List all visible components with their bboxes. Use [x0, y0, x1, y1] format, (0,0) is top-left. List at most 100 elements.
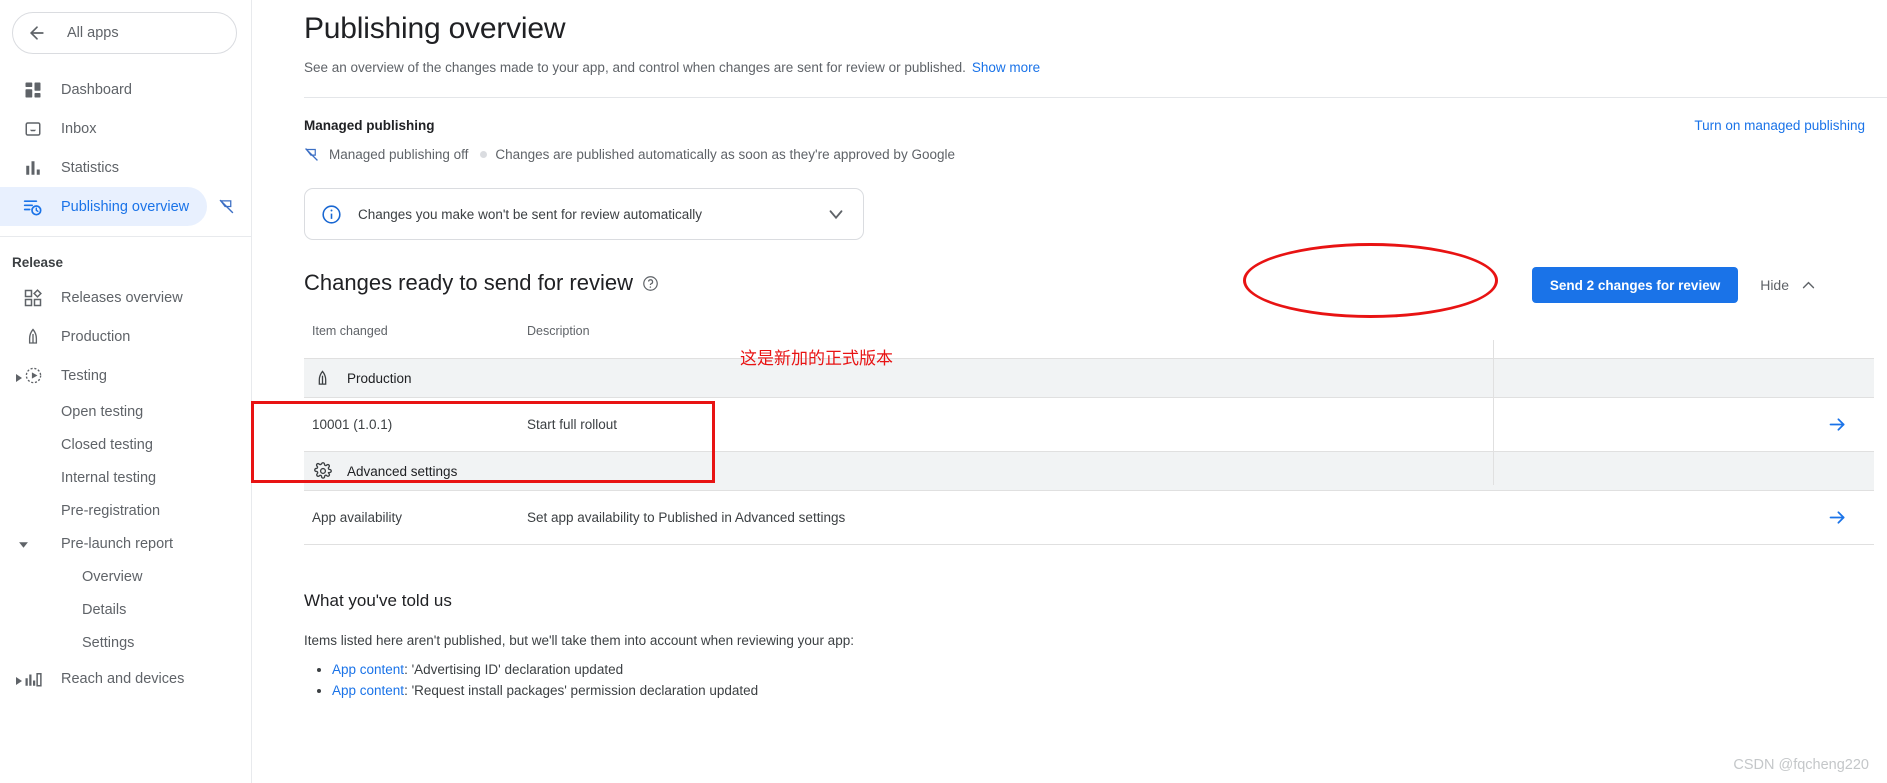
dashboard-icon [22, 79, 44, 101]
table-divider [304, 544, 1874, 545]
sidebar-item-publishing-overview[interactable]: Publishing overview [0, 187, 234, 226]
sidebar-item-label: Statistics [61, 159, 120, 176]
sidebar-item-plr-settings[interactable]: Settings [0, 626, 251, 659]
all-apps-button[interactable]: All apps [12, 12, 237, 54]
chevron-down-icon[interactable] [825, 203, 847, 225]
sidebar-item-plr-overview[interactable]: Overview [0, 560, 251, 593]
sidebar-item-label: Internal testing [61, 469, 157, 486]
sidebar-item-internal-testing[interactable]: Internal testing [0, 461, 251, 494]
show-more-link[interactable]: Show more [972, 60, 1040, 75]
chevron-right-icon[interactable] [14, 673, 26, 685]
changes-ready-title-text: Changes ready to send for review [304, 270, 633, 295]
changes-ready-section: Changes ready to send for review Send 2 … [304, 267, 1887, 545]
sidebar-item-label: Settings [82, 634, 135, 651]
table-cell-item: App availability [312, 510, 403, 525]
turn-on-managed-publishing-link[interactable]: Turn on managed publishing [1694, 118, 1865, 133]
table-column-divider [1493, 340, 1494, 485]
info-icon [321, 204, 342, 225]
sidebar-item-open-testing[interactable]: Open testing [0, 395, 251, 428]
sidebar-item-closed-testing[interactable]: Closed testing [0, 428, 251, 461]
hide-button-label: Hide [1760, 277, 1789, 293]
send-changes-for-review-button[interactable]: Send 2 changes for review [1531, 267, 1739, 303]
column-header-item-changed: Item changed [312, 324, 388, 338]
sidebar-item-label: Pre-registration [61, 502, 161, 519]
sidebar-item-label: Publishing overview [61, 198, 190, 215]
hide-button[interactable]: Hide [1760, 277, 1817, 294]
sidebar-item-pre-launch-report[interactable]: Pre-launch report [0, 527, 251, 560]
app-content-link[interactable]: App content [332, 683, 404, 698]
all-apps-label: All apps [67, 25, 119, 41]
publishing-overview-icon [22, 196, 44, 218]
sidebar-item-reach-and-devices[interactable]: Reach and devices [0, 659, 251, 698]
sidebar-nav-top: Dashboard Inbox Statistics Publishing ov… [0, 70, 251, 226]
sidebar-item-testing[interactable]: Testing [0, 356, 251, 395]
what-youve-told-us-section: What you've told us Items listed here ar… [304, 591, 1887, 698]
production-icon [314, 369, 336, 388]
table-group-label: Advanced settings [347, 463, 458, 479]
column-header-description: Description [527, 324, 590, 338]
header-divider [304, 97, 1887, 98]
managed-publishing-status-detail: Changes are published automatically as s… [495, 147, 955, 162]
inbox-icon [22, 118, 44, 140]
app-content-link[interactable]: App content [332, 662, 404, 677]
list-item-text: : 'Request install packages' permission … [404, 683, 759, 698]
managed-publishing-status: Managed publishing off Changes are publi… [304, 147, 1887, 162]
sidebar-item-label: Overview [82, 568, 143, 585]
list-item-text: : 'Advertising ID' declaration updated [404, 662, 624, 677]
list-item: App content: 'Advertising ID' declaratio… [332, 662, 1887, 677]
table-group-label: Production [347, 370, 412, 386]
sidebar-section-release: Release [12, 255, 64, 270]
table-cell-description: Start full rollout [527, 417, 618, 432]
sidebar-item-plr-details[interactable]: Details [0, 593, 251, 626]
table-cell-item: 10001 (1.0.1) [312, 417, 393, 432]
chevron-right-icon[interactable] [14, 370, 26, 382]
table-header-row: Item changed Description [304, 324, 1874, 358]
sidebar-item-dashboard[interactable]: Dashboard [0, 70, 251, 109]
main-inner: Publishing overview See an overview of t… [252, 12, 1887, 698]
sidebar-item-releases-overview[interactable]: Releases overview [0, 278, 251, 317]
sidebar-item-label: Closed testing [61, 436, 153, 453]
sidebar-item-pre-registration[interactable]: Pre-registration [0, 494, 251, 527]
sidebar-item-production[interactable]: Production [0, 317, 251, 356]
page-subtitle-text: See an overview of the changes made to y… [304, 60, 966, 75]
sidebar-item-label: Pre-launch report [61, 535, 174, 552]
sidebar-item-label: Releases overview [61, 289, 183, 306]
review-info-banner[interactable]: Changes you make won't be sent for revie… [304, 188, 864, 240]
managed-publishing-status-text: Managed publishing off [329, 147, 469, 162]
managed-publishing-off-icon [218, 198, 235, 215]
sidebar-item-label: Production [61, 328, 131, 345]
help-icon[interactable] [642, 275, 659, 292]
main-content: Publishing overview See an overview of t… [252, 0, 1887, 783]
sidebar-nav-release: Releases overview Production Testing Ope… [0, 278, 251, 698]
back-arrow-icon [27, 23, 53, 43]
gear-icon [314, 462, 336, 480]
changes-actions: Send 2 changes for review Hide [1531, 267, 1817, 303]
table-group-production: Production [304, 359, 1874, 397]
sidebar-item-label: Details [82, 601, 127, 618]
changes-table: Item changed Description Production 1000… [304, 324, 1874, 545]
sidebar-item-label: Inbox [61, 120, 97, 137]
production-icon [22, 326, 44, 348]
app-root: All apps Dashboard Inbox Statistics Publ… [0, 0, 1887, 783]
sidebar-item-label: Testing [61, 367, 107, 384]
review-info-banner-text: Changes you make won't be sent for revie… [358, 206, 702, 222]
chevron-up-icon [1800, 277, 1817, 294]
told-us-title: What you've told us [304, 591, 452, 610]
arrow-right-icon[interactable] [1827, 507, 1848, 528]
table-row[interactable]: 10001 (1.0.1) Start full rollout [304, 398, 1874, 451]
sidebar-item-label: Dashboard [61, 81, 132, 98]
sidebar-item-label: Reach and devices [61, 670, 185, 687]
sidebar: All apps Dashboard Inbox Statistics Publ… [0, 0, 252, 783]
status-separator-dot [480, 151, 488, 158]
managed-publishing-title: Managed publishing [304, 118, 435, 133]
chevron-down-icon[interactable] [18, 538, 30, 550]
sidebar-item-inbox[interactable]: Inbox [0, 109, 251, 148]
table-row[interactable]: App availability Set app availability to… [304, 491, 1874, 544]
managed-publishing-section: Managed publishing Turn on managed publi… [304, 118, 1887, 133]
sidebar-item-statistics[interactable]: Statistics [0, 148, 251, 187]
told-us-list: App content: 'Advertising ID' declaratio… [304, 662, 1887, 698]
sidebar-item-label: Open testing [61, 403, 144, 420]
page-subtitle: See an overview of the changes made to y… [304, 60, 1887, 75]
arrow-right-icon[interactable] [1827, 414, 1848, 435]
page-title: Publishing overview [304, 12, 566, 45]
